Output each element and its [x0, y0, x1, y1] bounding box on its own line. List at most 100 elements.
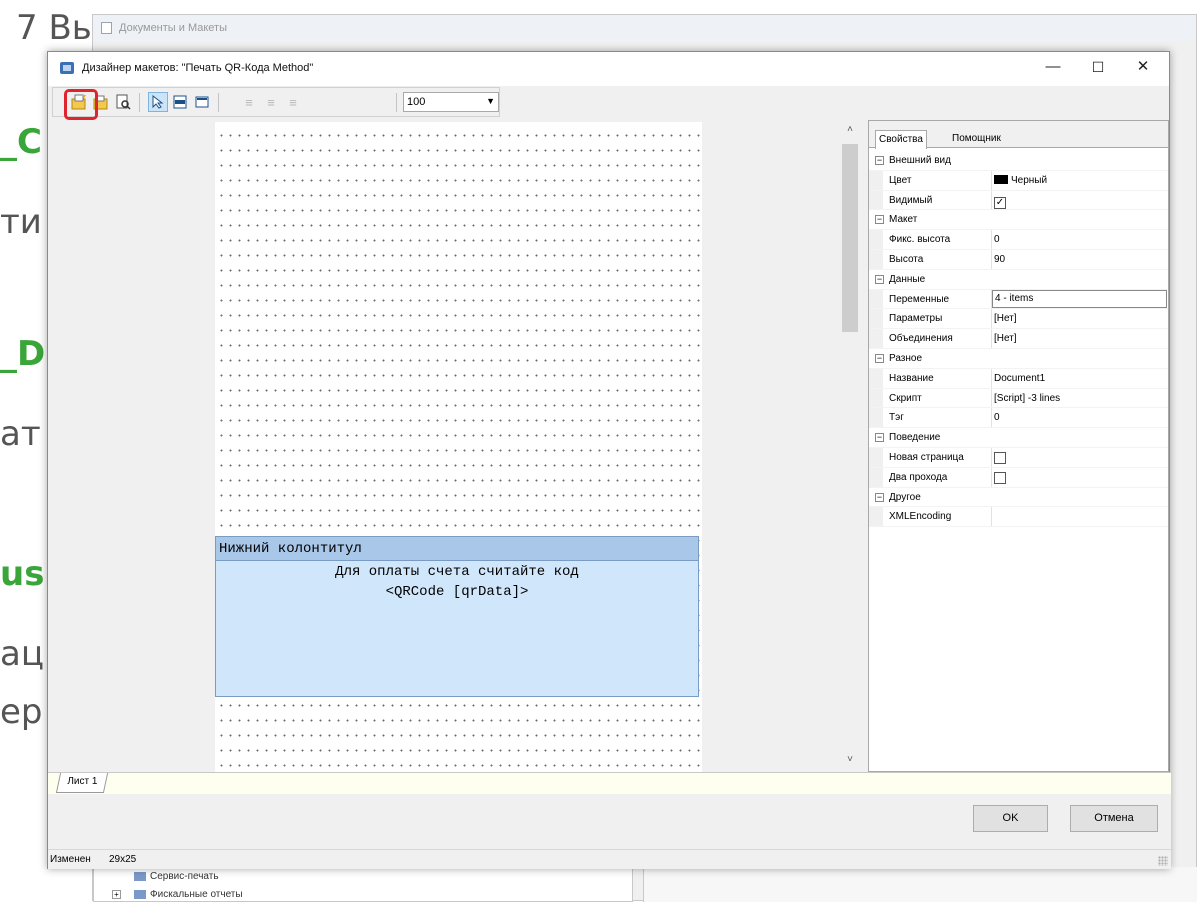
- collapse-icon[interactable]: −: [875, 353, 884, 363]
- row-margin: [869, 170, 883, 190]
- footer-band-header[interactable]: Нижний колонтитул: [215, 536, 699, 561]
- two-pass-checkbox[interactable]: [994, 471, 1006, 484]
- column-divider: [991, 447, 992, 467]
- category-other[interactable]: − Другое: [869, 487, 1168, 508]
- row-margin: [869, 329, 883, 348]
- property-value[interactable]: [Script] -3 lines: [994, 393, 1166, 404]
- header-band-icon[interactable]: [192, 92, 212, 112]
- property-joins[interactable]: Объединения [Нет]: [869, 329, 1168, 349]
- align-center-icon[interactable]: ≡: [261, 92, 281, 112]
- property-tag[interactable]: Тэг 0: [869, 408, 1168, 429]
- visible-checkbox[interactable]: ✓: [994, 196, 1006, 209]
- column-divider: [991, 329, 992, 348]
- property-value[interactable]: 4 - items: [992, 289, 1167, 309]
- collapse-icon[interactable]: −: [875, 433, 884, 443]
- property-parameters[interactable]: Параметры [Нет]: [869, 309, 1168, 330]
- scroll-thumb[interactable]: [842, 144, 858, 332]
- maximize-button[interactable]: ☐: [1076, 56, 1120, 80]
- band-tool-icon[interactable]: [170, 92, 190, 112]
- property-height[interactable]: Высота 90: [869, 249, 1168, 270]
- dialog-footer: OK Отмена: [48, 794, 1171, 849]
- scroll-down-icon[interactable]: ˅: [838, 754, 862, 770]
- property-value[interactable]: 0: [994, 412, 1166, 423]
- color-value: Черный: [1011, 174, 1048, 186]
- collapse-icon[interactable]: −: [875, 215, 884, 225]
- property-two-pass[interactable]: Два прохода: [869, 467, 1168, 488]
- column-divider: [991, 467, 992, 487]
- highlight-frame: [64, 89, 98, 120]
- category-data[interactable]: − Данные: [869, 269, 1168, 290]
- property-name: Два прохода: [889, 471, 948, 483]
- property-name: Параметры: [889, 313, 943, 325]
- design-canvas[interactable]: Нижний колонтитул Для оплаты счета счита…: [52, 122, 836, 772]
- category-misc[interactable]: − Разное: [869, 348, 1168, 369]
- align-right-icon[interactable]: ≡: [283, 92, 303, 112]
- property-name[interactable]: Название Document1: [869, 368, 1168, 389]
- designer-app-icon: [60, 62, 74, 74]
- row-margin: [869, 368, 883, 388]
- zoom-select[interactable]: 100 ▼: [403, 92, 499, 112]
- property-value[interactable]: [994, 471, 1166, 485]
- property-value[interactable]: [Нет]: [994, 313, 1166, 324]
- properties-panel: Свойства Помощник − Внешний вид Цвет Черны…: [868, 120, 1169, 772]
- expand-icon[interactable]: +: [112, 890, 121, 899]
- preview-icon[interactable]: [113, 92, 133, 112]
- property-name: XMLEncoding: [889, 511, 952, 523]
- column-divider: [991, 249, 992, 269]
- category-appearance[interactable]: − Внешний вид: [869, 151, 1168, 171]
- tree-item-fiscal-reports[interactable]: Фискальные отчеты: [134, 889, 243, 900]
- layout-tree[interactable]: Сервис-печать + Фискальные отчеты: [93, 867, 633, 902]
- property-script[interactable]: Скрипт [Script] -3 lines: [869, 388, 1168, 409]
- status-size: 29x25: [109, 854, 137, 865]
- tree-item-service-print[interactable]: Сервис-печать: [134, 871, 219, 882]
- pointer-tool-icon[interactable]: [148, 92, 168, 112]
- row-margin: [869, 408, 883, 428]
- bg-text-er: ер: [0, 692, 43, 732]
- collapse-icon[interactable]: −: [875, 274, 884, 284]
- resize-grip-icon[interactable]: [1158, 856, 1168, 866]
- row-margin: [869, 467, 883, 487]
- property-new-page[interactable]: Новая страница: [869, 447, 1168, 468]
- property-xml-encoding[interactable]: XMLEncoding: [869, 507, 1168, 528]
- category-behavior[interactable]: − Поведение: [869, 428, 1168, 448]
- column-divider: [991, 408, 992, 428]
- property-fixed-height[interactable]: Фикс. высота 0: [869, 230, 1168, 250]
- tab-sheet-1[interactable]: Лист 1: [55, 773, 109, 793]
- bg-text-ti: ти: [0, 202, 42, 242]
- new-page-checkbox[interactable]: [994, 451, 1006, 464]
- column-divider: [991, 190, 992, 210]
- property-value[interactable]: [Нет]: [994, 333, 1166, 344]
- minimize-button[interactable]: —: [1031, 56, 1075, 80]
- tab-properties[interactable]: Свойства: [875, 130, 927, 149]
- property-value[interactable]: 0: [994, 234, 1166, 245]
- designer-titlebar[interactable]: Дизайнер макетов: "Печать QR-Кода Method…: [48, 52, 1169, 86]
- property-visible[interactable]: Видимый ✓: [869, 190, 1168, 211]
- category-layout[interactable]: − Макет: [869, 210, 1168, 231]
- property-color[interactable]: Цвет Черный: [869, 170, 1168, 191]
- property-value[interactable]: Document1: [994, 373, 1166, 384]
- close-button[interactable]: ✕: [1121, 56, 1165, 80]
- collapse-icon[interactable]: −: [875, 492, 884, 502]
- layout-designer-window[interactable]: Дизайнер макетов: "Печать QR-Кода Method…: [47, 51, 1171, 869]
- ok-button[interactable]: OK: [973, 805, 1048, 832]
- property-variables[interactable]: Переменные 4 - items: [869, 289, 1168, 310]
- tab-assistant[interactable]: Помощник: [949, 130, 1004, 149]
- documents-window-titlebar[interactable]: Документы и Макеты: [93, 15, 1196, 41]
- band-text-qrcode[interactable]: <QRCode [qrData]>: [216, 582, 698, 602]
- canvas-scrollbar[interactable]: ˄ ˅: [838, 122, 862, 772]
- row-margin: [869, 507, 883, 527]
- property-value[interactable]: ✓: [994, 195, 1166, 209]
- collapse-icon[interactable]: −: [875, 156, 884, 165]
- align-left-icon[interactable]: ≡: [239, 92, 259, 112]
- property-value[interactable]: 90: [994, 254, 1166, 265]
- property-name: Цвет: [889, 174, 912, 186]
- band-text-payment[interactable]: Для оплаты счета считайте код: [216, 562, 698, 582]
- folder-icon: [134, 871, 146, 881]
- scroll-up-icon[interactable]: ˄: [838, 124, 862, 140]
- footer-band[interactable]: Для оплаты счета считайте код <QRCode [q…: [215, 561, 699, 697]
- toolbar-separator: [139, 93, 140, 112]
- cancel-button[interactable]: Отмена: [1070, 805, 1158, 832]
- property-value[interactable]: Черный: [994, 174, 1166, 186]
- property-name: Высота: [889, 253, 924, 265]
- property-value[interactable]: [994, 451, 1166, 465]
